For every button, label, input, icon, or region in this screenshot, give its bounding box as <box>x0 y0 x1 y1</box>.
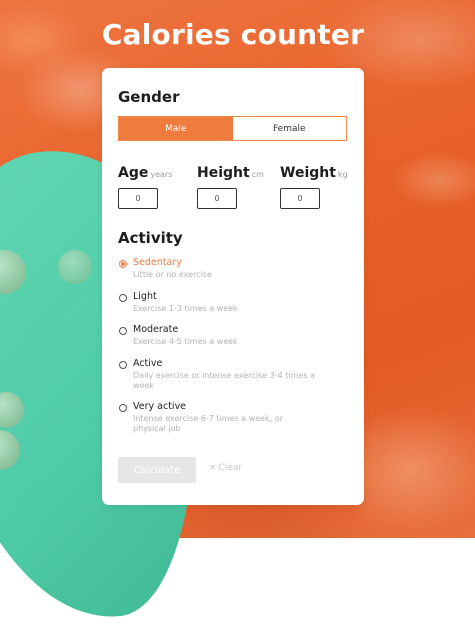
activity-heading: Activity <box>118 229 183 247</box>
weight-input[interactable] <box>280 188 320 209</box>
gender-female-button[interactable]: Female <box>232 117 346 140</box>
activity-option-desc: Exercise 1-3 times a week <box>133 304 238 313</box>
gender-heading: Gender <box>118 88 180 106</box>
activity-option-name: Sedentary <box>133 257 182 268</box>
height-field-group: Height cm <box>197 162 264 209</box>
activity-option-desc: Exercise 4-5 times a week <box>133 337 238 346</box>
age-label: Age <box>118 165 149 181</box>
activity-option-active[interactable]: Active Daily exercise or intense exercis… <box>119 358 349 401</box>
activity-option-sedentary[interactable]: Sedentary Little or no exercise <box>119 257 349 291</box>
age-field-group: Age years <box>118 162 173 209</box>
gender-toggle: Male Female <box>118 116 347 141</box>
radio-icon[interactable] <box>119 294 127 302</box>
height-label: Height <box>197 165 250 181</box>
weight-field-group: Weight kg <box>280 162 348 209</box>
activity-option-very-active[interactable]: Very active Intense exercise 6-7 times a… <box>119 401 349 435</box>
activity-option-desc: Intense exercise 6-7 times a week, or ph… <box>133 414 283 433</box>
activity-option-name: Moderate <box>133 324 179 335</box>
weight-label: Weight <box>280 165 336 181</box>
activity-option-name: Active <box>133 358 163 369</box>
background-broccoli <box>58 250 92 284</box>
weight-unit: kg <box>337 170 348 179</box>
height-unit: cm <box>251 170 264 179</box>
activity-option-desc: Little or no exercise <box>133 270 212 279</box>
gender-male-button[interactable]: Male <box>119 117 233 140</box>
activity-option-name: Very active <box>133 401 187 412</box>
activity-option-moderate[interactable]: Moderate Exercise 4-5 times a week <box>119 324 349 358</box>
radio-selected-icon[interactable] <box>119 260 127 268</box>
activity-option-name: Light <box>133 291 157 302</box>
calculator-card: Gender Male Female Ageyears Heightcm Wei… <box>102 68 364 505</box>
close-icon: × <box>209 463 217 473</box>
radio-icon[interactable] <box>119 361 127 369</box>
age-unit: years <box>150 170 173 179</box>
activity-option-desc: Daily exercise or intense exercise 3-4 t… <box>133 371 315 390</box>
calculate-button[interactable]: Calculate <box>118 457 196 483</box>
activity-list: Sedentary Little or no exercise Light Ex… <box>119 257 349 435</box>
clear-label: Clear <box>218 463 243 473</box>
age-input[interactable] <box>118 188 158 209</box>
page-title: Calories counter <box>101 18 365 51</box>
activity-option-light[interactable]: Light Exercise 1-3 times a week <box>119 291 349 324</box>
radio-icon[interactable] <box>119 404 127 412</box>
height-input[interactable] <box>197 188 237 209</box>
clear-button[interactable]: × Clear <box>209 463 242 473</box>
radio-icon[interactable] <box>119 327 127 335</box>
